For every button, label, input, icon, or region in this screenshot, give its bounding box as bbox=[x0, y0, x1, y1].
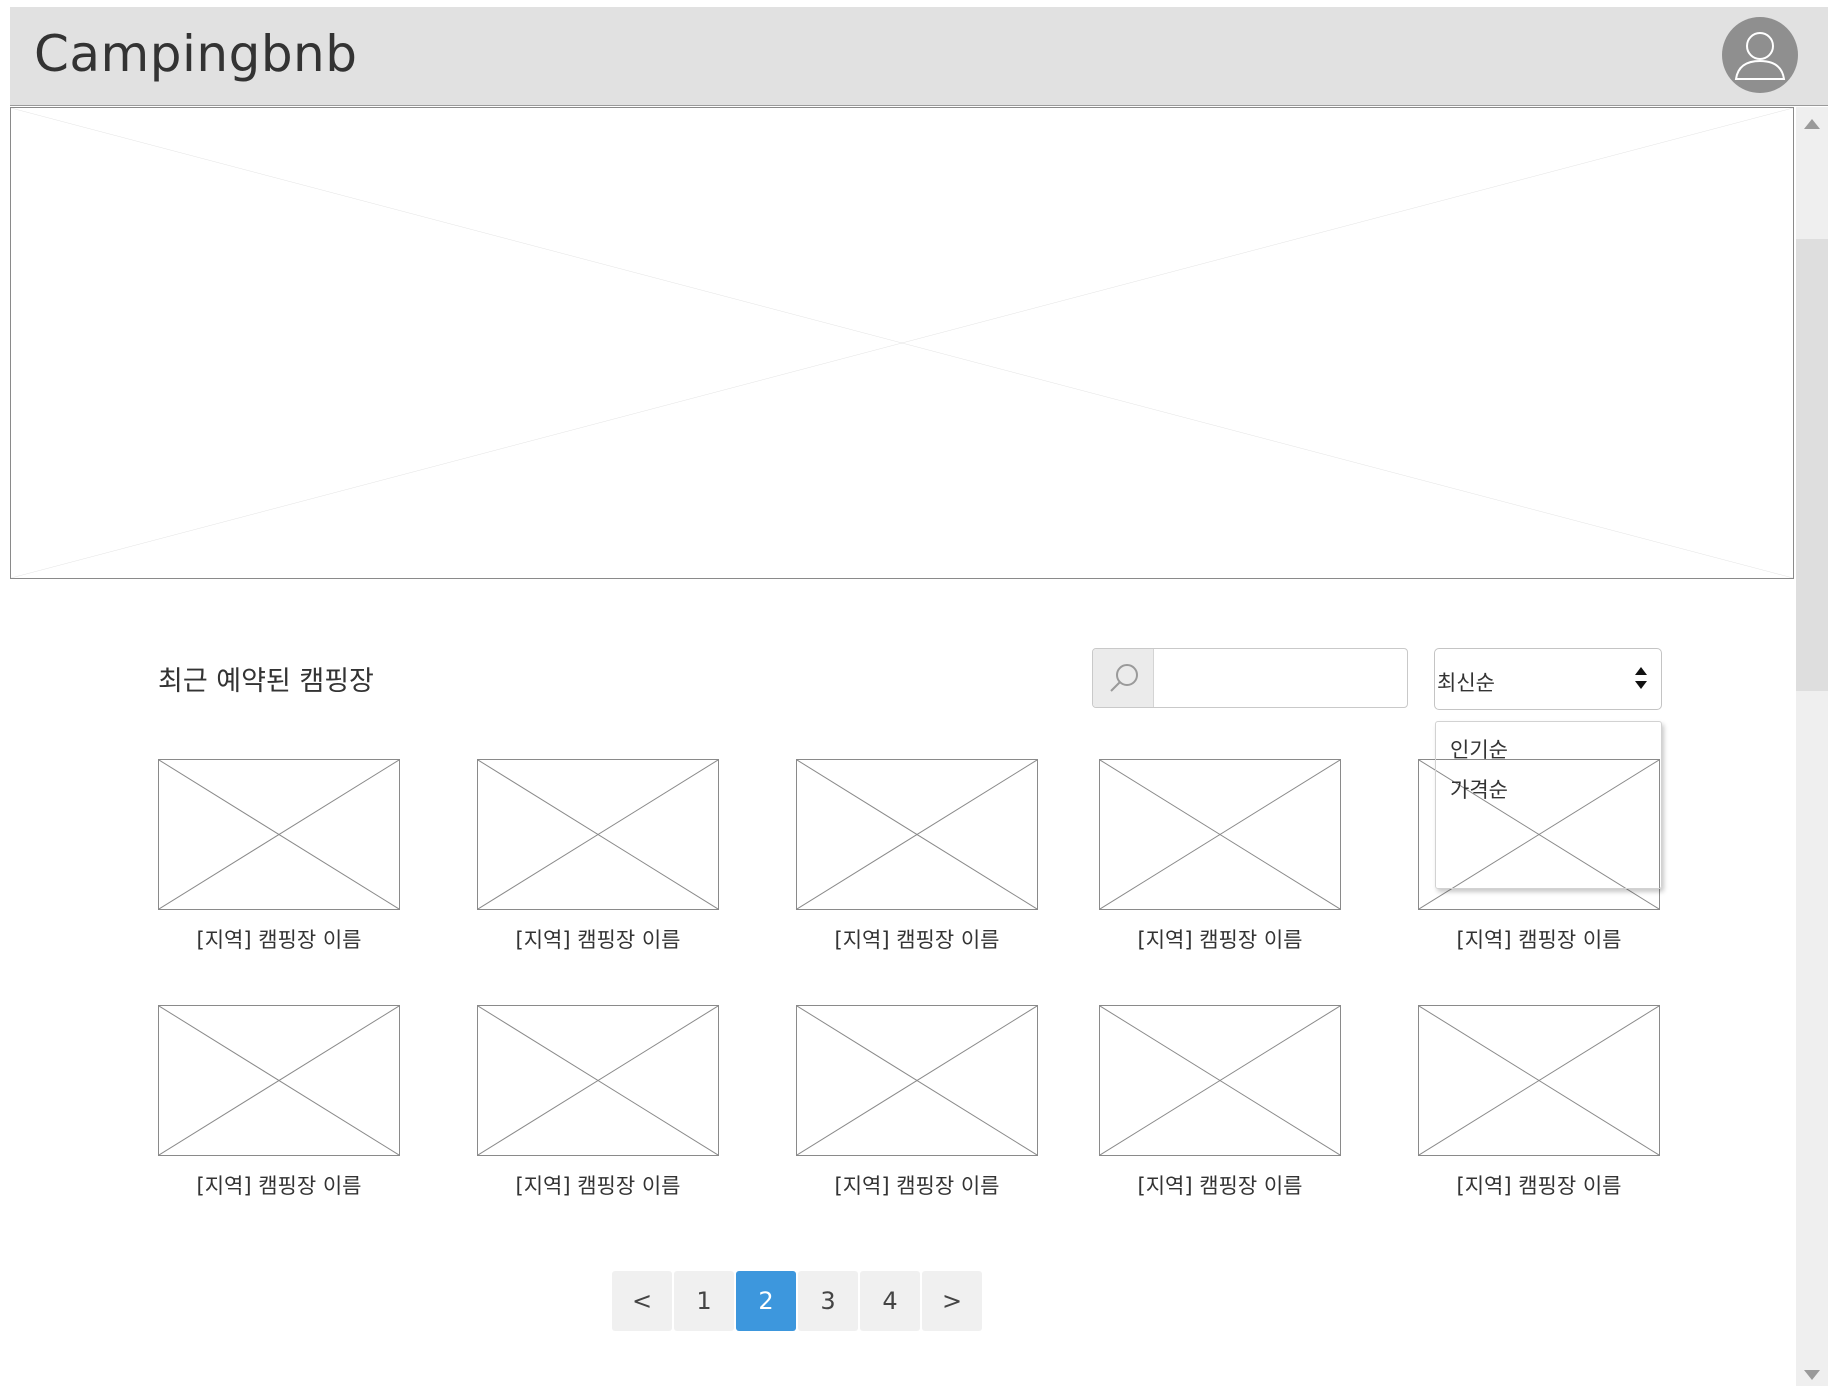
campsite-card[interactable]: [지역] 캠핑장 이름 bbox=[1099, 759, 1341, 952]
campsite-name[interactable]: [지역] 캠핑장 이름 bbox=[158, 1170, 400, 1200]
campsite-image-placeholder[interactable] bbox=[796, 1005, 1038, 1156]
campsite-card[interactable]: [지역] 캠핑장 이름 bbox=[158, 1005, 400, 1198]
campsite-image-placeholder[interactable] bbox=[1099, 759, 1341, 910]
campsite-name[interactable]: [지역] 캠핑장 이름 bbox=[477, 924, 719, 954]
hero-banner-placeholder bbox=[10, 107, 1794, 579]
campsite-card[interactable]: [지역] 캠핑장 이름 bbox=[796, 759, 1038, 952]
sort-option-price[interactable]: 가격순 bbox=[1450, 774, 1508, 804]
campsite-name[interactable]: [지역] 캠핑장 이름 bbox=[796, 924, 1038, 954]
campsite-card[interactable]: [지역] 캠핑장 이름 bbox=[477, 1005, 719, 1198]
campsite-card[interactable]: [지역] 캠핑장 이름 bbox=[1099, 1005, 1341, 1198]
campsite-image-placeholder[interactable] bbox=[477, 759, 719, 910]
header-bar: Campingbnb bbox=[10, 7, 1828, 106]
sort-select[interactable]: 최신순 bbox=[1434, 648, 1662, 710]
campsite-name[interactable]: [지역] 캠핑장 이름 bbox=[158, 924, 400, 954]
campsite-image-placeholder[interactable] bbox=[477, 1005, 719, 1156]
pagination-page-2-current[interactable]: 2 bbox=[736, 1271, 796, 1331]
campsite-name[interactable]: [지역] 캠핑장 이름 bbox=[1099, 1170, 1341, 1200]
pagination-next-button[interactable]: > bbox=[922, 1271, 982, 1331]
sort-selected-value: 최신순 bbox=[1437, 671, 1495, 695]
select-arrows-icon bbox=[1635, 667, 1647, 693]
scroll-down-arrow-icon[interactable] bbox=[1804, 1370, 1820, 1380]
campsite-image-placeholder[interactable] bbox=[1099, 1005, 1341, 1156]
campsite-name[interactable]: [지역] 캠핑장 이름 bbox=[477, 1170, 719, 1200]
search-box bbox=[1092, 648, 1408, 708]
campsite-image-placeholder[interactable] bbox=[158, 759, 400, 910]
pagination-page-3[interactable]: 3 bbox=[798, 1271, 858, 1331]
pagination-prev-button[interactable]: < bbox=[612, 1271, 672, 1331]
section-title: 최근 예약된 캠핑장 bbox=[158, 666, 374, 697]
campsite-card[interactable]: [지역] 캠핑장 이름 bbox=[1418, 1005, 1660, 1198]
campsite-name[interactable]: [지역] 캠핑장 이름 bbox=[1099, 924, 1341, 954]
campsite-card[interactable]: [지역] 캠핑장 이름 bbox=[477, 759, 719, 952]
search-icon bbox=[1110, 664, 1138, 692]
app-logo[interactable]: Campingbnb bbox=[34, 25, 357, 83]
campsite-card[interactable]: [지역] 캠핑장 이름 bbox=[796, 1005, 1038, 1198]
campsite-image-placeholder[interactable] bbox=[1418, 1005, 1660, 1156]
campsite-image-placeholder[interactable] bbox=[796, 759, 1038, 910]
sort-dropdown-menu: 인기순 가격순 bbox=[1435, 721, 1662, 889]
campsite-card[interactable]: [지역] 캠핑장 이름 bbox=[158, 759, 400, 952]
campsite-image-placeholder[interactable] bbox=[158, 1005, 400, 1156]
sort-option-popular[interactable]: 인기순 bbox=[1450, 734, 1508, 764]
user-avatar-icon[interactable] bbox=[1722, 17, 1798, 93]
scroll-up-arrow-icon[interactable] bbox=[1804, 119, 1820, 129]
vertical-scrollbar[interactable] bbox=[1796, 107, 1828, 1386]
campsite-name[interactable]: [지역] 캠핑장 이름 bbox=[1418, 924, 1660, 954]
search-button[interactable] bbox=[1093, 649, 1154, 707]
pagination-page-4[interactable]: 4 bbox=[860, 1271, 920, 1331]
campsite-name[interactable]: [지역] 캠핑장 이름 bbox=[796, 1170, 1038, 1200]
search-input[interactable] bbox=[1155, 649, 1403, 707]
campsite-name[interactable]: [지역] 캠핑장 이름 bbox=[1418, 1170, 1660, 1200]
pagination-page-1[interactable]: 1 bbox=[674, 1271, 734, 1331]
scroll-thumb[interactable] bbox=[1796, 239, 1828, 691]
app-frame: Campingbnb 최근 예약된 캠핑장 최신순 인기순 가격순 < 1 2 … bbox=[10, 7, 1828, 1386]
